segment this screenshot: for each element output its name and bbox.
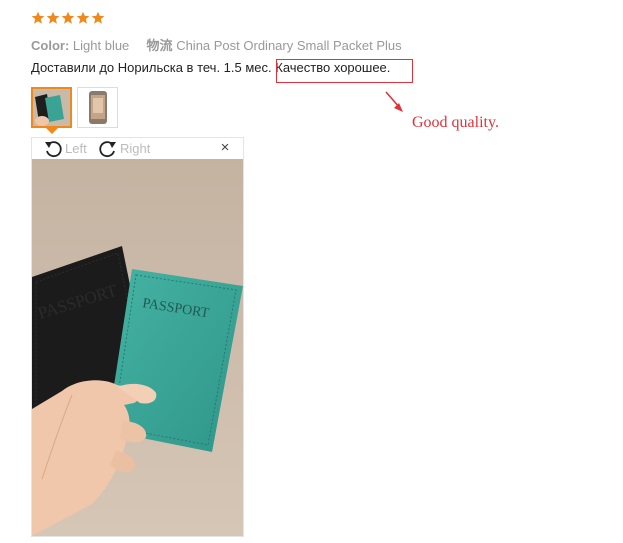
active-thumbnail-indicator [46,128,58,134]
star-icon [61,11,75,24]
translation-note: Good quality. [412,114,499,131]
color-value: Light blue [72,38,130,53]
rotate-left-button[interactable]: Left [43,138,87,159]
star-icon [31,11,45,24]
order-info: Color: Light blue 物流 China Post Ordinary… [31,35,402,54]
star-icon [46,11,60,24]
review-text-prefix: Доставили до Норильска в теч. 1.5 мес. [31,60,276,75]
thumbnail-passport-image [33,89,70,126]
rating-stars [31,11,105,25]
passport-covers-photo: PASSPORT PASSPORT [32,159,243,536]
close-button[interactable]: × [218,140,232,156]
image-viewer: Left Right × PASSPORT PASSPORT [31,137,244,537]
rotate-right-button[interactable]: Right [98,138,150,159]
thumbnail-passport-covers[interactable] [31,87,72,128]
viewer-toolbar: Left Right × [32,138,243,159]
thumbnail-strip [31,87,118,128]
color-label: Color: [31,38,70,53]
highlight-box [276,59,413,83]
star-icon [91,11,105,24]
review-photo: PASSPORT PASSPORT [32,159,243,536]
rotate-right-label: Right [120,141,151,156]
arrow-icon [385,91,403,112]
rotate-left-label: Left [65,141,87,156]
review-card: Color: Light blue 物流 China Post Ordinary… [0,0,623,543]
rotate-left-icon [45,140,62,157]
star-icon [76,11,90,24]
thumbnail-phone-image [78,88,117,127]
rotate-right-icon [99,140,116,157]
shipping-label: 物流 [146,38,173,53]
shipping-value: China Post Ordinary Small Packet Plus [176,38,402,53]
thumbnail-phone[interactable] [77,87,118,128]
